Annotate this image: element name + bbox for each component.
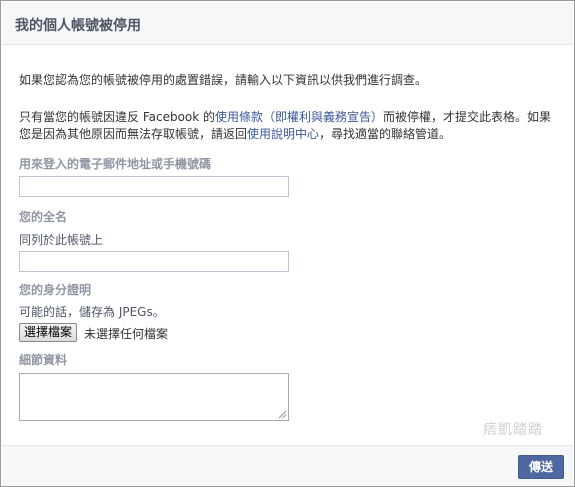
full-name-label: 您的全名	[19, 210, 68, 224]
file-status-text: 未選擇任何檔案	[84, 327, 169, 341]
policy-text-line2: 您是因為其他原因而無法存取帳號，請返回使用說明中心，尋找適當的聯絡管道。	[19, 126, 451, 143]
policy-text-line2-before: 您是因為其他原因而無法存取帳號，請返回	[19, 127, 248, 141]
watermark-text: 痞凱踏踏	[483, 422, 543, 438]
dialog-footer: 傳送	[2, 445, 573, 486]
id-proof-hint: 可能的話，儲存為 JPEGs。	[19, 305, 165, 319]
help-center-link[interactable]: 使用說明中心	[247, 127, 319, 141]
policy-text-line1: 只有當您的帳號因違反 Facebook 的使用條款（即權利與義務宣告）而被停權，…	[19, 109, 551, 126]
dialog-title: 我的個人帳號被停用	[15, 18, 141, 34]
full-name-field[interactable]	[19, 251, 289, 272]
details-label: 細節資料	[19, 353, 68, 367]
dialog-body: 如果您認為您的帳號被停用的處置錯誤，請輸入以下資訊以供我們進行調查。 只有當您的…	[1, 45, 574, 445]
full-name-hint: 同列於此帳號上	[19, 233, 104, 247]
choose-file-button[interactable]: 選擇檔案	[19, 323, 78, 342]
dialog-header: 我的個人帳號被停用	[2, 2, 573, 45]
id-proof-label: 您的身分證明	[19, 283, 92, 297]
email-label: 用來登入的電子郵件地址或手機號碼	[19, 157, 212, 171]
resize-grip-icon[interactable]	[279, 411, 286, 418]
send-button[interactable]: 傳送	[518, 455, 564, 479]
intro-text: 如果您認為您的帳號被停用的處置錯誤，請輸入以下資訊以供我們進行調查。	[19, 73, 428, 87]
policy-text-before: 只有當您的帳號因違反 Facebook 的	[19, 110, 216, 124]
details-textarea[interactable]	[19, 373, 289, 421]
policy-text-line2-after: ，尋找適當的聯絡管道。	[319, 127, 452, 141]
policy-text-after: 而被停權，才提交此表格。如果	[383, 110, 552, 124]
email-field[interactable]	[19, 176, 289, 197]
terms-link[interactable]: 使用條款（即權利與義務宣告）	[215, 110, 383, 124]
disabled-account-dialog: 我的個人帳號被停用 如果您認為您的帳號被停用的處置錯誤，請輸入以下資訊以供我們進…	[0, 0, 575, 487]
